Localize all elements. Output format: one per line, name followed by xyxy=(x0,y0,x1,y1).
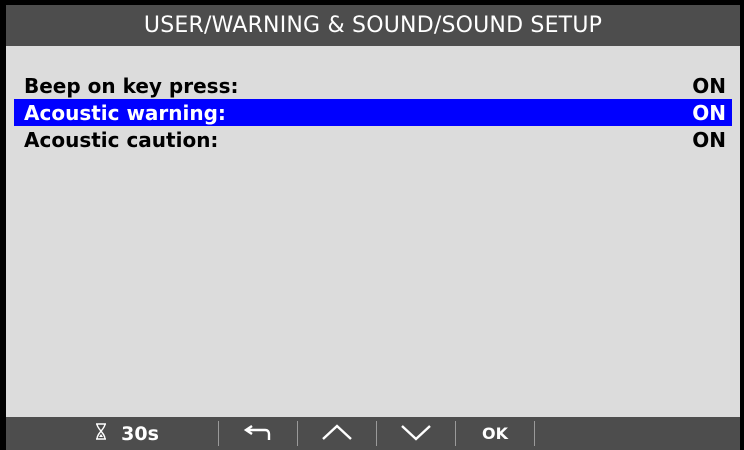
setting-row-beep-on-key-press[interactable]: Beep on key press: ON xyxy=(14,72,732,99)
up-button[interactable] xyxy=(298,417,376,450)
timeout-value: 30s xyxy=(121,422,159,445)
back-button[interactable] xyxy=(219,417,297,450)
softkey-bar: 30s OK xyxy=(6,417,740,450)
ok-button-label: OK xyxy=(482,424,508,443)
ok-button[interactable]: OK xyxy=(456,417,534,450)
back-arrow-icon xyxy=(243,423,273,445)
setting-row-acoustic-warning[interactable]: Acoustic warning: ON xyxy=(14,99,732,126)
sound-setup-screen: USER/WARNING & SOUND/SOUND SETUP Beep on… xyxy=(6,5,740,450)
softkey-divider xyxy=(534,421,535,446)
timeout-indicator: 30s xyxy=(6,417,218,450)
setting-value: ON xyxy=(692,100,726,125)
settings-list: Beep on key press: ON Acoustic warning: … xyxy=(14,72,732,153)
setting-label: Beep on key press: xyxy=(24,73,239,98)
chevron-down-icon xyxy=(399,423,433,445)
chevron-up-icon xyxy=(320,423,354,445)
down-button[interactable] xyxy=(377,417,455,450)
setting-row-acoustic-caution[interactable]: Acoustic caution: ON xyxy=(14,126,732,153)
hourglass-icon xyxy=(95,422,107,445)
setting-label: Acoustic warning: xyxy=(24,100,226,125)
setting-value: ON xyxy=(692,73,726,98)
page-title: USER/WARNING & SOUND/SOUND SETUP xyxy=(6,5,740,46)
setting-label: Acoustic caution: xyxy=(24,127,219,152)
setting-value: ON xyxy=(692,127,726,152)
